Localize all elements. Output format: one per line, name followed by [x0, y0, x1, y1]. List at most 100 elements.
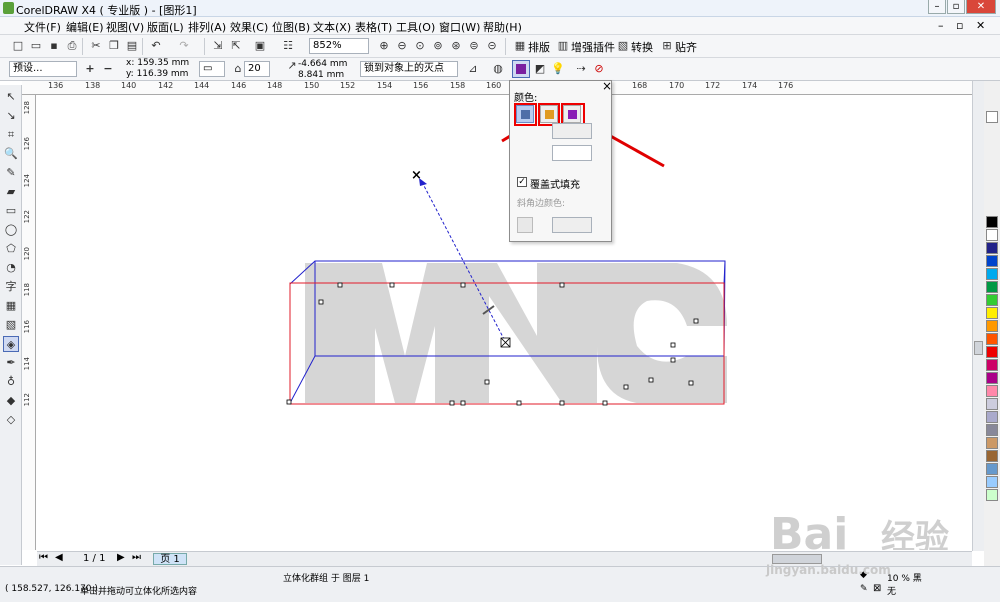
- extrude-rotation-icon[interactable]: ◍: [490, 61, 506, 77]
- to-color-dropdown[interactable]: [552, 145, 592, 161]
- from-color-dropdown[interactable]: [552, 123, 592, 139]
- interactive-fill-tool-icon[interactable]: ◇: [3, 412, 19, 428]
- palette-swatch[interactable]: [986, 398, 998, 410]
- palette-swatch[interactable]: [986, 294, 998, 306]
- doc-minimize-button[interactable]: –: [938, 19, 944, 32]
- bevel-icon[interactable]: ◩: [532, 61, 548, 77]
- drawing-canvas[interactable]: × Bai 经验: [37, 96, 972, 560]
- interactive-blend-tool-icon[interactable]: ▧: [3, 317, 19, 333]
- convert-label[interactable]: 转换: [631, 39, 653, 55]
- extrude-color-icon[interactable]: [512, 60, 530, 78]
- new-document-icon[interactable]: □: [10, 38, 26, 54]
- extrusion-type-dropdown[interactable]: ▭: [199, 61, 225, 77]
- palette-swatch[interactable]: [986, 359, 998, 371]
- palette-swatch[interactable]: [986, 450, 998, 462]
- zoom-all-icon[interactable]: ⊚: [430, 38, 446, 54]
- overprint-checkbox[interactable]: ✓: [517, 177, 527, 187]
- menu-text[interactable]: 文本(X): [313, 19, 351, 35]
- minimize-button[interactable]: –: [928, 0, 946, 14]
- object-y-position[interactable]: y: 116.39 mm: [126, 69, 188, 79]
- first-page-icon[interactable]: ⏮: [39, 552, 48, 563]
- bevel-color-dropdown[interactable]: [552, 217, 592, 233]
- menu-view[interactable]: 视图(V): [106, 19, 144, 35]
- vanishing-point-lock-dropdown[interactable]: 锁到对象上的灭点: [360, 61, 458, 77]
- pick-tool-icon[interactable]: ↖: [3, 89, 19, 105]
- arrange-label[interactable]: 排版: [528, 39, 550, 55]
- palette-swatch[interactable]: [986, 411, 998, 423]
- palette-swatch[interactable]: [986, 385, 998, 397]
- palette-swatch[interactable]: [986, 333, 998, 345]
- basic-shapes-tool-icon[interactable]: ◔: [3, 260, 19, 276]
- palette-swatch[interactable]: [986, 346, 998, 358]
- add-preset-icon[interactable]: +: [82, 61, 98, 77]
- zoom-in-icon[interactable]: ⊕: [376, 38, 392, 54]
- palette-swatch[interactable]: [986, 216, 998, 228]
- crop-tool-icon[interactable]: ⌗: [3, 127, 19, 143]
- depth-field[interactable]: 20: [244, 61, 270, 77]
- palette-swatch[interactable]: [986, 424, 998, 436]
- palette-swatch[interactable]: [986, 489, 998, 501]
- menu-help[interactable]: 帮助(H): [483, 19, 522, 35]
- palette-swatch[interactable]: [986, 476, 998, 488]
- zoom-width-icon[interactable]: ⊜: [466, 38, 482, 54]
- rectangle-tool-icon[interactable]: ▭: [3, 203, 19, 219]
- menu-bitmaps[interactable]: 位图(B): [272, 19, 310, 35]
- zoom-selected-icon[interactable]: ⊙: [412, 38, 428, 54]
- prev-page-icon[interactable]: ◀: [55, 552, 63, 563]
- palette-swatch[interactable]: [986, 437, 998, 449]
- vanishing-point-properties-icon[interactable]: ⊿: [465, 61, 481, 77]
- menu-effects[interactable]: 效果(C): [230, 19, 268, 35]
- vertical-ruler[interactable]: 128 126 124 122 120 118 116 114 112: [22, 95, 36, 550]
- export-icon[interactable]: ⇱: [228, 38, 244, 54]
- menu-table[interactable]: 表格(T): [355, 19, 392, 35]
- palette-swatch[interactable]: [986, 268, 998, 280]
- text-tool-icon[interactable]: 字: [3, 279, 19, 295]
- import-icon[interactable]: ⇲: [210, 38, 226, 54]
- zoom-tool-icon[interactable]: 🔍: [3, 146, 19, 162]
- eyedropper-tool-icon[interactable]: ✒: [3, 355, 19, 371]
- menu-window[interactable]: 窗口(W): [439, 19, 480, 35]
- vertical-scrollbar[interactable]: [972, 81, 984, 551]
- redo-icon[interactable]: ↷: [176, 38, 192, 54]
- menu-file[interactable]: 文件(F): [24, 19, 61, 35]
- preset-dropdown[interactable]: 预设...: [9, 61, 77, 77]
- menu-edit[interactable]: 编辑(E): [66, 19, 104, 35]
- palette-swatch[interactable]: [986, 111, 998, 123]
- page-tab[interactable]: 页 1: [153, 553, 187, 565]
- fill-tool-icon[interactable]: ◆: [3, 393, 19, 409]
- palette-swatch[interactable]: [986, 307, 998, 319]
- zoom-level-field[interactable]: 852%: [309, 38, 369, 54]
- canvas-artwork[interactable]: × Bai 经验: [37, 96, 972, 560]
- smart-fill-tool-icon[interactable]: ▰: [3, 184, 19, 200]
- lighting-icon[interactable]: 💡: [550, 61, 566, 77]
- table-tool-icon[interactable]: ▦: [3, 298, 19, 314]
- copy-icon[interactable]: ❐: [106, 38, 122, 54]
- snap-label[interactable]: 贴齐: [675, 39, 697, 55]
- horizontal-ruler[interactable]: 136 138 140 142 144 146 148 150 152 154 …: [22, 81, 972, 95]
- welcome-screen-icon[interactable]: ☷: [280, 38, 296, 54]
- zoom-out-icon[interactable]: ⊖: [394, 38, 410, 54]
- remove-preset-icon[interactable]: −: [100, 61, 116, 77]
- freehand-tool-icon[interactable]: ✎: [3, 165, 19, 181]
- palette-swatch[interactable]: [986, 255, 998, 267]
- copy-extrude-properties-icon[interactable]: ⇢: [573, 61, 589, 77]
- scroll-thumb[interactable]: [974, 341, 983, 355]
- clear-extrude-icon[interactable]: ⊘: [591, 61, 607, 77]
- ellipse-tool-icon[interactable]: ◯: [3, 222, 19, 238]
- open-icon[interactable]: ▭: [28, 38, 44, 54]
- palette-swatch[interactable]: [986, 281, 998, 293]
- cut-icon[interactable]: ✂: [88, 38, 104, 54]
- object-x-position[interactable]: x: 159.35 mm: [126, 58, 189, 68]
- last-page-icon[interactable]: ⏭: [132, 552, 141, 563]
- palette-swatch[interactable]: [986, 242, 998, 254]
- menu-arrange[interactable]: 排列(A): [188, 19, 226, 35]
- maximize-button[interactable]: ▫: [947, 0, 965, 14]
- application-launcher-icon[interactable]: ▣: [252, 38, 268, 54]
- palette-swatch[interactable]: [986, 463, 998, 475]
- doc-restore-button[interactable]: ▫: [956, 19, 963, 32]
- popup-close-icon[interactable]: ×: [602, 79, 612, 93]
- vanishing-point-y-field[interactable]: 8.841 mm: [298, 70, 344, 80]
- outline-tool-icon[interactable]: ♁: [3, 374, 19, 390]
- menu-layout[interactable]: 版面(L): [147, 19, 184, 35]
- zoom-page-icon[interactable]: ⊛: [448, 38, 464, 54]
